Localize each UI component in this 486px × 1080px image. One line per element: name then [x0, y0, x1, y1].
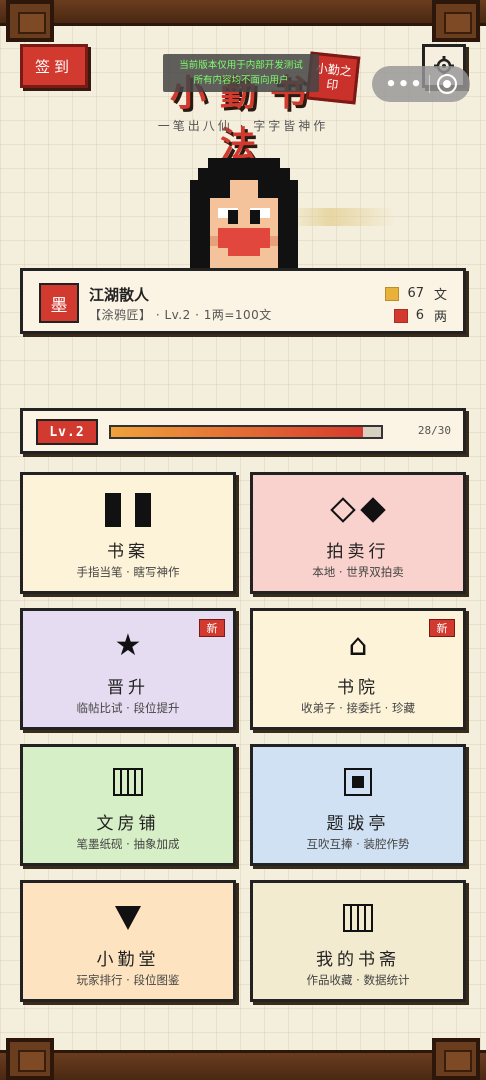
app-subtitle: 一笔出八仙 · 字字皆神作: [157, 119, 329, 133]
menu-tile-label: 小勤堂: [96, 950, 160, 970]
menu-tile-my-studio[interactable]: 我的书斋 作品收藏 · 数据统计: [250, 880, 466, 1002]
silver-unit: 两: [433, 310, 447, 325]
dev-notice-line2: 所有内容均不面向用户: [193, 75, 289, 86]
menu-tile-label: 书案: [107, 542, 149, 562]
menu-tile-hall[interactable]: 小勤堂 玩家排行 · 段位图鉴: [20, 880, 236, 1002]
dev-notice: 当前版本仅用于内部开发测试 所有内容均不面向用户: [163, 54, 319, 92]
grid-icon: [343, 904, 373, 932]
coin-icon: [385, 286, 400, 301]
silver-currency: 6 两: [393, 306, 447, 325]
mini-program-capsule: •••: [372, 66, 470, 102]
menu-tile-label: 晋升: [107, 678, 149, 698]
silver-icon: [393, 308, 408, 323]
frame-post-top-left: [6, 0, 54, 42]
menu-tile-inscription-pavilion[interactable]: 题跋亭 互吹互捧 · 装腔作势: [250, 744, 466, 866]
silver-value: 6: [415, 308, 424, 323]
xp-progress-fill: [111, 427, 363, 437]
menu-tile-desk[interactable]: 书案 手指当笔 · 瞎写神作: [20, 472, 236, 594]
brush-stroke-decoration: [286, 208, 396, 226]
menu-tile-subtitle: 笔墨纸砚 · 抽象加成: [76, 837, 180, 851]
bars-icon: [105, 493, 151, 527]
top-wood-frame: [0, 0, 486, 26]
checkin-button[interactable]: 签到: [20, 44, 88, 88]
menu-tile-label: 题跋亭: [326, 814, 390, 834]
menu-tile-subtitle: 互吹互捧 · 装腔作势: [306, 837, 410, 851]
frame-post-bottom-left: [6, 1038, 54, 1080]
target-icon[interactable]: [436, 74, 457, 94]
menu-tile-subtitle: 玩家排行 · 段位图鉴: [76, 973, 180, 987]
menu-tile-promote[interactable]: 新 ★ 晋升 临帖比试 · 段位提升: [20, 608, 236, 730]
copper-unit: 文: [433, 288, 447, 303]
level-progress-panel: Lv.2 28/30: [20, 408, 466, 454]
xp-progress-track: [109, 425, 383, 439]
menu-tile-subtitle: 作品收藏 · 数据统计: [306, 973, 410, 987]
player-meta: 【涂鸦匠】 · Lv.2 · 1两=100文: [89, 308, 272, 322]
diamonds-icon: [330, 497, 386, 523]
frame-post-bottom-right: [432, 1038, 480, 1080]
menu-tile-label: 拍卖行: [326, 542, 390, 562]
triangle-icon: [115, 906, 141, 930]
copper-currency: 67 文: [385, 284, 447, 303]
menu-tile-label: 文房铺: [96, 814, 160, 834]
house-icon: ⌂: [348, 628, 368, 663]
menu-tile-auction[interactable]: 拍卖行 本地 · 世界双拍卖: [250, 472, 466, 594]
copper-value: 67: [407, 286, 424, 301]
dev-notice-line1: 当前版本仅用于内部开发测试: [179, 60, 303, 71]
ink-icon: 墨: [39, 283, 79, 323]
capsule-divider: [429, 75, 431, 93]
frame-post-top-right: [432, 0, 480, 42]
level-badge: Lv.2: [36, 419, 98, 445]
menu-tile-label: 我的书斋: [316, 950, 400, 970]
menu-tile-subtitle: 收弟子 · 接委托 · 珍藏: [301, 701, 415, 715]
grid-icon: [113, 768, 143, 796]
player-name: 江湖散人: [89, 286, 150, 304]
menu-tile-academy[interactable]: 新 ⌂ 书院 收弟子 · 接委托 · 珍藏: [250, 608, 466, 730]
menu-tile-subtitle: 本地 · 世界双拍卖: [312, 565, 404, 579]
menu-tile-label: 书院: [337, 678, 379, 698]
menu-tile-subtitle: 临帖比试 · 段位提升: [76, 701, 180, 715]
bottom-wood-frame: [0, 1050, 486, 1080]
menu-tile-subtitle: 手指当笔 · 瞎写神作: [76, 565, 180, 579]
player-info-card[interactable]: 墨 江湖散人 【涂鸦匠】 · Lv.2 · 1两=100文 67 文 6 两: [20, 268, 466, 334]
menu-tile-stationery-shop[interactable]: 文房铺 笔墨纸砚 · 抽象加成: [20, 744, 236, 866]
square-icon: [344, 768, 372, 796]
star-icon: ★: [114, 628, 142, 663]
more-dots-icon[interactable]: •••: [385, 74, 423, 95]
xp-progress-text: 28/30: [417, 424, 451, 437]
